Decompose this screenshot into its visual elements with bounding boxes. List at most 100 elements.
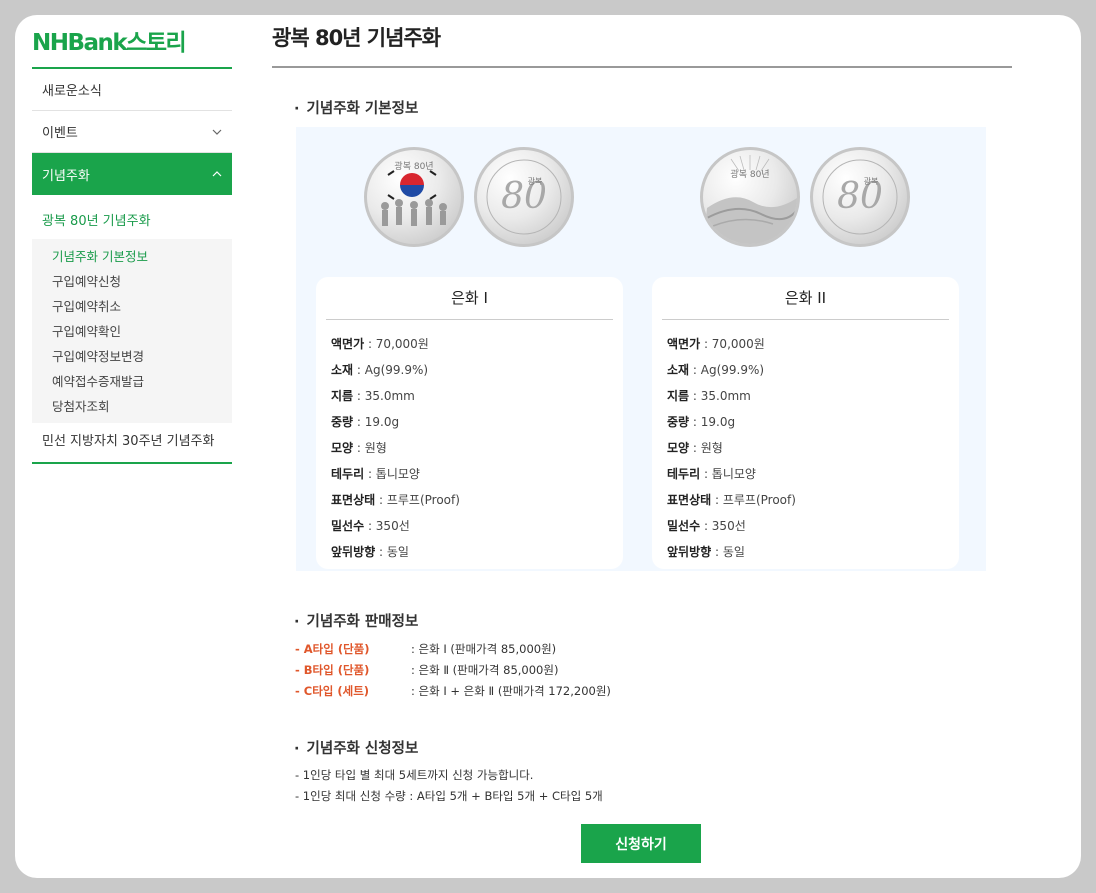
spec-row: 액면가 : 70,000원 <box>331 337 429 351</box>
sidebar-item-commemorative-coin[interactable]: 기념주화 <box>32 153 232 195</box>
spec-value: 원형 <box>700 441 723 455</box>
spec-value: 원형 <box>364 441 387 455</box>
sidebar-subitem-reserve-apply[interactable]: 구입예약신청 <box>32 269 232 294</box>
spec-key: 액면가 <box>667 337 701 351</box>
coin-2-back-image: 80 광복 <box>810 147 910 247</box>
spec-value: Ag(99.9%) <box>700 363 765 377</box>
spec-value: 350선 <box>375 519 410 533</box>
spec-row: 지름 : 35.0mm <box>667 389 751 403</box>
spec-value: 350선 <box>711 519 746 533</box>
coin-name: 은화 II <box>662 287 949 320</box>
apply-info-row: - 1인당 타입 별 최대 5세트까지 신청 가능합니다. <box>295 768 534 782</box>
sale-info-list: - A타입 (단품) : 은화 Ⅰ (판매가격 85,000원) - B타입 (단… <box>295 639 611 702</box>
spec-value: 19.0g <box>364 415 400 429</box>
spec-value: 동일 <box>722 545 745 559</box>
coin-1-back-image: 80 광복 <box>474 147 574 247</box>
sidebar-subitem-basic-info[interactable]: 기념주화 기본정보 <box>32 244 232 269</box>
spec-row: 지름 : 35.0mm <box>331 389 415 403</box>
spec-key: 지름 <box>667 389 690 403</box>
spec-row: 앞뒤방향 : 동일 <box>667 545 745 559</box>
spec-value: 35.0mm <box>364 389 415 403</box>
spec-key: 밀선수 <box>667 519 701 533</box>
spec-row: 밀선수 : 350선 <box>667 519 746 533</box>
section-heading-sale: 기념주화 판매정보 <box>294 610 419 631</box>
spec-value: 동일 <box>386 545 409 559</box>
sidebar-subtitle[interactable]: 광복 80년 기념주화 <box>32 195 232 239</box>
sidebar-item-local-autonomy-coin[interactable]: 민선 지방자치 30주년 기념주화 <box>32 423 232 464</box>
sidebar-item-label: 이벤트 <box>42 126 78 141</box>
chevron-up-icon <box>212 171 222 177</box>
sale-row-c: - C타입 (세트): 은화 Ⅰ + 은화 Ⅱ (판매가격 172,200원) <box>295 681 611 702</box>
sale-row-b: - B타입 (단품) : 은화 Ⅱ (판매가격 85,000원) <box>295 660 611 681</box>
spec-row: 액면가 : 70,000원 <box>667 337 765 351</box>
spec-key: 테두리 <box>667 467 701 481</box>
coin-name: 은화 I <box>326 287 613 320</box>
sidebar-item-label: 새로운소식 <box>42 84 102 99</box>
spec-key: 앞뒤방향 <box>331 545 376 559</box>
spec-row: 밀선수 : 350선 <box>331 519 410 533</box>
chevron-down-icon <box>212 129 222 135</box>
spec-value: 35.0mm <box>700 389 751 403</box>
spec-key: 중량 <box>331 415 354 429</box>
spec-key: 모양 <box>331 441 354 455</box>
spec-row: 소재 : Ag(99.9%) <box>667 363 765 377</box>
sale-type: - B타입 (단품) <box>295 663 370 677</box>
sale-row-a: - A타입 (단품) : 은화 Ⅰ (판매가격 85,000원) <box>295 639 611 660</box>
logo[interactable]: NHBank스토리 <box>32 23 187 57</box>
sidebar-item-label: 기념주화 <box>42 168 90 184</box>
sidebar-subitem-receipt-reissue[interactable]: 예약접수증재발급 <box>32 369 232 394</box>
sidebar-item-event[interactable]: 이벤트 <box>32 111 232 153</box>
coin-panel: 광복 80년 80 광복 광복 80년 80 광복 은화 I 액면가: 70,… <box>296 127 986 571</box>
coin-front-text: 광복 80년 <box>394 160 433 172</box>
coin-spec-list: 액면가 : 70,000원 소재 : Ag(99.9%) 지름 : 35.0mm… <box>331 331 460 565</box>
spec-value: 70,000원 <box>375 337 429 351</box>
title-divider <box>272 66 1012 68</box>
spec-value: 프루프(Proof) <box>386 493 460 507</box>
spec-row: 모양 : 원형 <box>667 441 723 455</box>
spec-value: 19.0g <box>700 415 736 429</box>
coin-back-word: 광복 <box>864 176 879 186</box>
spec-key: 지름 <box>331 389 354 403</box>
sale-desc: : 은화 Ⅱ (판매가격 85,000원) <box>411 663 559 677</box>
section-heading-basic: 기념주화 기본정보 <box>294 97 419 118</box>
sale-desc: : 은화 Ⅰ (판매가격 85,000원) <box>411 642 557 656</box>
coin-spec-list: 액면가 : 70,000원 소재 : Ag(99.9%) 지름 : 35.0mm… <box>667 331 796 565</box>
spec-key: 표면상태 <box>667 493 712 507</box>
spec-key: 액면가 <box>331 337 365 351</box>
spec-row: 표면상태 : 프루프(Proof) <box>331 493 460 507</box>
spec-row: 중량 : 19.0g <box>331 415 400 429</box>
spec-value: 프루프(Proof) <box>722 493 796 507</box>
coin-2-front-image: 광복 80년 <box>700 147 800 247</box>
spec-key: 중량 <box>667 415 690 429</box>
spec-key: 소재 <box>331 363 354 377</box>
sidebar-subitem-reserve-change[interactable]: 구입예약정보변경 <box>32 344 232 369</box>
page-card: NHBank스토리 새로운소식 이벤트 기념주화 광복 80년 기념주화 기념주… <box>15 15 1081 878</box>
spec-value: 70,000원 <box>711 337 765 351</box>
apply-button[interactable]: 신청하기 <box>581 824 701 863</box>
spec-key: 모양 <box>667 441 690 455</box>
coin-back-word: 광복 <box>528 176 543 186</box>
sidebar-item-news[interactable]: 새로운소식 <box>32 69 232 111</box>
spec-value: 톱니모양 <box>711 467 756 481</box>
page-title: 광복 80년 기념주화 <box>272 26 441 50</box>
spec-row: 표면상태 : 프루프(Proof) <box>667 493 796 507</box>
sidebar-sub-list: 기념주화 기본정보 구입예약신청 구입예약취소 구입예약확인 구입예약정보변경 … <box>32 239 232 423</box>
spec-row: 테두리 : 톱니모양 <box>667 467 756 481</box>
spec-key: 표면상태 <box>331 493 376 507</box>
sidebar-subitem-reserve-check[interactable]: 구입예약확인 <box>32 319 232 344</box>
spec-row: 중량 : 19.0g <box>667 415 736 429</box>
sale-type: - A타입 (단품) <box>295 642 370 656</box>
sidebar-subitem-winner-check[interactable]: 당첨자조회 <box>32 394 232 419</box>
section-heading-apply: 기념주화 신청정보 <box>294 737 419 758</box>
spec-row: 테두리 : 톱니모양 <box>331 467 420 481</box>
spec-value: 톱니모양 <box>375 467 420 481</box>
sidebar-subitem-reserve-cancel[interactable]: 구입예약취소 <box>32 294 232 319</box>
spec-row: 모양 : 원형 <box>331 441 387 455</box>
spec-key: 소재 <box>667 363 690 377</box>
coin-spec-card-2: 은화 II 액면가 : 70,000원 소재 : Ag(99.9%) 지름 : … <box>652 277 959 569</box>
spec-row: 앞뒤방향 : 동일 <box>331 545 409 559</box>
sale-desc: : 은화 Ⅰ + 은화 Ⅱ (판매가격 172,200원) <box>411 684 611 698</box>
apply-info-list: - 1인당 타입 별 최대 5세트까지 신청 가능합니다. - 1인당 최대 신… <box>295 765 603 807</box>
sidebar: 새로운소식 이벤트 기념주화 광복 80년 기념주화 기념주화 기본정보 구입예… <box>32 67 232 464</box>
coin-1-front-image: 광복 80년 <box>364 147 464 247</box>
